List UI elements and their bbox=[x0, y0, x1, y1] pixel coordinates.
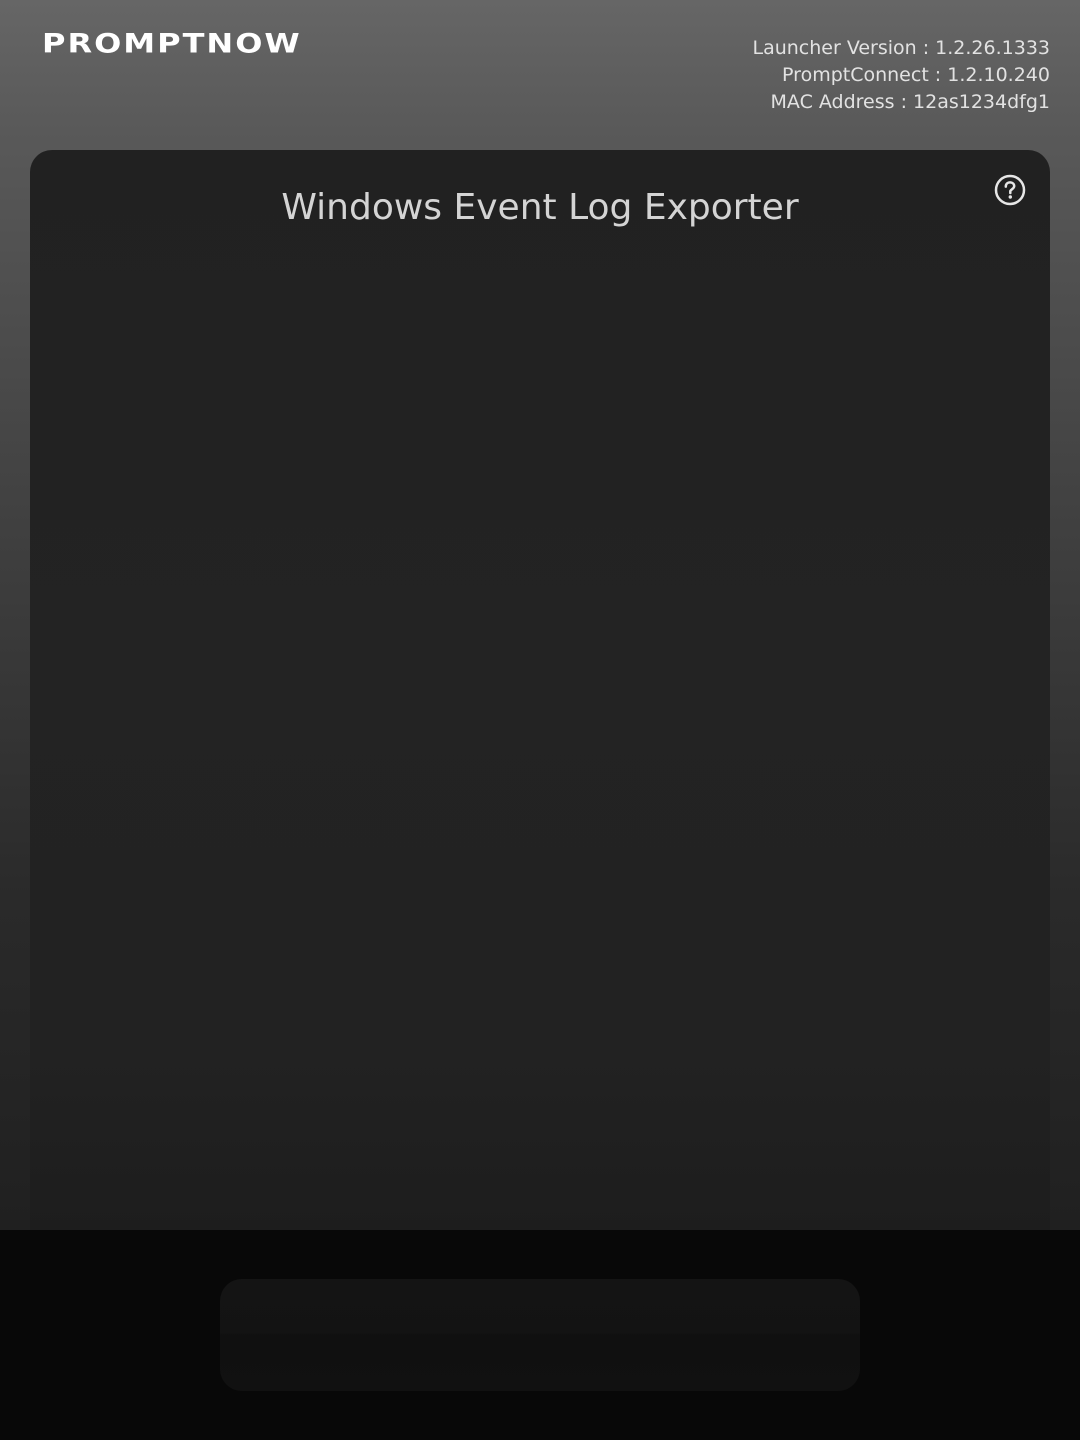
launcher-version: Launcher Version : 1.2.26.1333 bbox=[752, 37, 1050, 59]
main-panel: Windows Event Log Exporter bbox=[30, 150, 1050, 1290]
version-info: Launcher Version : 1.2.26.1333 PromptCon… bbox=[752, 35, 1050, 116]
footer-action-area[interactable] bbox=[220, 1279, 860, 1391]
header: PROMPTNOW Launcher Version : 1.2.26.1333… bbox=[0, 0, 1080, 150]
mac-address: MAC Address : 12as1234dfg1 bbox=[770, 91, 1050, 113]
help-button[interactable] bbox=[994, 174, 1026, 206]
promptnow-logo: PROMPTNOW bbox=[42, 28, 302, 60]
footer-bar bbox=[0, 1230, 1080, 1440]
help-circle-icon bbox=[994, 174, 1026, 206]
panel-title: Windows Event Log Exporter bbox=[281, 187, 799, 228]
prompt-connect-version: PromptConnect : 1.2.10.240 bbox=[782, 64, 1050, 86]
